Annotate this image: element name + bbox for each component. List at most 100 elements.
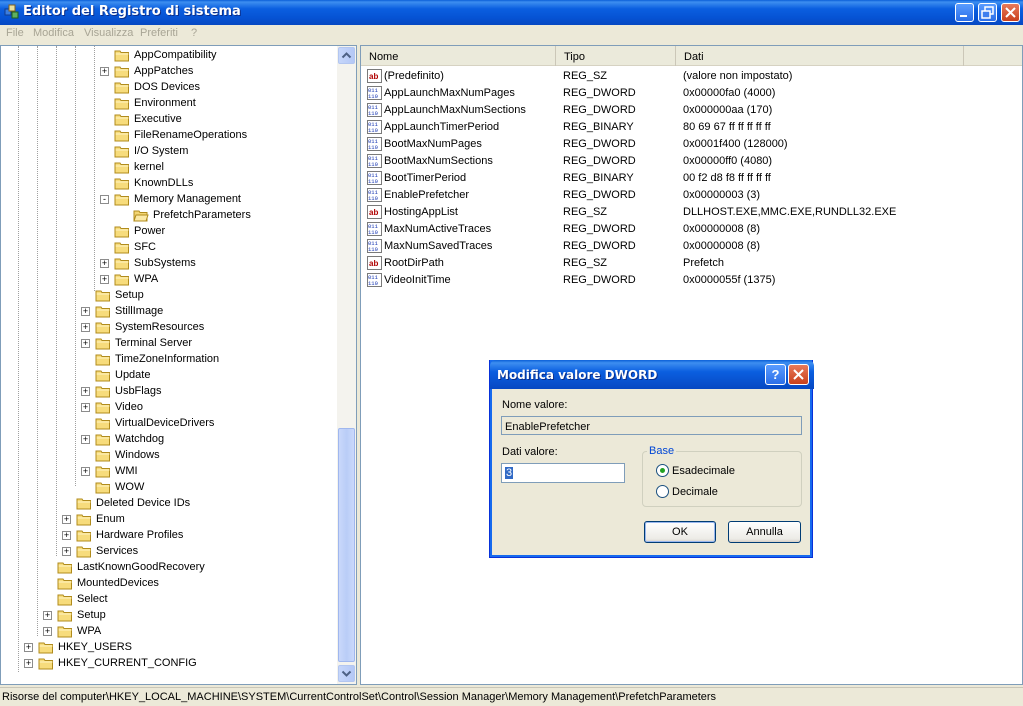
menu-modifica[interactable]: Modifica bbox=[33, 27, 74, 39]
folder-icon bbox=[114, 98, 129, 110]
close-button[interactable] bbox=[1001, 3, 1020, 22]
list-item[interactable]: 011 110 AppLaunchTimerPeriod REG_BINARY 80 6… bbox=[361, 119, 1022, 136]
registry-tree[interactable]: AppCompatibility + AppPatches DOS Devices En… bbox=[0, 45, 357, 685]
tree-scrollbar[interactable] bbox=[337, 46, 356, 684]
expand-icon[interactable]: + bbox=[62, 515, 71, 524]
value-data-input[interactable]: 3 bbox=[501, 463, 625, 483]
expand-icon[interactable]: + bbox=[81, 323, 90, 332]
folder-icon bbox=[57, 610, 72, 622]
list-item[interactable]: 011 110 EnablePrefetcher REG_DWORD 0x0000000… bbox=[361, 187, 1022, 204]
scroll-up-button[interactable] bbox=[338, 47, 355, 64]
svg-text:110: 110 bbox=[368, 144, 378, 151]
expand-icon[interactable]: + bbox=[62, 531, 71, 540]
radio-dec-label[interactable]: Decimale bbox=[672, 486, 718, 498]
string-value-icon: ab bbox=[367, 69, 382, 83]
list-item[interactable]: 011 110 BootMaxNumPages REG_DWORD 0x0001f400… bbox=[361, 136, 1022, 153]
folder-icon bbox=[114, 258, 129, 270]
menu-preferiti[interactable]: Preferiti bbox=[140, 27, 178, 39]
expand-icon[interactable]: + bbox=[81, 387, 90, 396]
list-item[interactable]: 011 110 BootTimerPeriod REG_BINARY 00 f2 d8 … bbox=[361, 170, 1022, 187]
column-header-data[interactable]: Dati bbox=[676, 46, 964, 66]
expand-icon[interactable]: + bbox=[100, 275, 109, 284]
tree-guide-line bbox=[56, 46, 57, 556]
value-data-label: Dati valore: bbox=[502, 446, 558, 458]
ok-button[interactable]: OK bbox=[644, 521, 716, 543]
scroll-thumb[interactable] bbox=[338, 428, 355, 662]
folder-icon bbox=[95, 466, 110, 478]
tree-item-label: UsbFlags bbox=[115, 385, 162, 397]
cancel-button[interactable]: Annulla bbox=[728, 521, 801, 543]
folder-icon bbox=[57, 562, 72, 574]
value-data: 0x0000055f (1375) bbox=[683, 274, 776, 286]
tree-item-label: WMI bbox=[115, 465, 138, 477]
list-header: Nome Tipo Dati bbox=[361, 46, 1022, 66]
tree-item-label: StillImage bbox=[115, 305, 164, 317]
value-data: 0x00000008 (8) bbox=[683, 223, 761, 235]
tree-item-label: Video bbox=[115, 401, 143, 413]
value-type: REG_DWORD bbox=[563, 274, 636, 286]
expand-icon[interactable]: + bbox=[81, 467, 90, 476]
folder-icon bbox=[95, 418, 110, 430]
folder-icon bbox=[38, 658, 53, 670]
tree-item-label: I/O System bbox=[134, 145, 189, 157]
expand-icon[interactable]: + bbox=[24, 659, 33, 668]
value-data: 0x00000003 (3) bbox=[683, 189, 761, 201]
expand-icon[interactable]: + bbox=[81, 339, 90, 348]
list-item[interactable]: 011 110 BootMaxNumSections REG_DWORD 0x00000… bbox=[361, 153, 1022, 170]
list-item[interactable]: 011 110 MaxNumActiveTraces REG_DWORD 0x00000… bbox=[361, 221, 1022, 238]
menu-visualizza[interactable]: Visualizza bbox=[84, 27, 133, 39]
binary-value-icon: 011110 bbox=[367, 273, 382, 287]
value-type: REG_DWORD bbox=[563, 223, 636, 235]
list-item[interactable]: 011 110 MaxNumSavedTraces REG_DWORD 0x000000… bbox=[361, 238, 1022, 255]
collapse-icon[interactable]: - bbox=[100, 195, 109, 204]
column-header-name[interactable]: Nome bbox=[361, 46, 556, 66]
column-header-type[interactable]: Tipo bbox=[556, 46, 676, 66]
svg-text:110: 110 bbox=[368, 280, 378, 287]
tree-item-label: TimeZoneInformation bbox=[115, 353, 220, 365]
tree-item-label: VirtualDeviceDrivers bbox=[115, 417, 215, 429]
expand-icon[interactable]: + bbox=[81, 435, 90, 444]
list-item[interactable]: 011 110 AppLaunchMaxNumPages REG_DWORD 0x000… bbox=[361, 85, 1022, 102]
string-value-icon: ab bbox=[367, 256, 382, 270]
scroll-down-button[interactable] bbox=[338, 665, 355, 682]
list-item[interactable]: ab HostingAppList REG_SZ DLLHOST.EXE,MMC.EX… bbox=[361, 204, 1022, 221]
menu-file[interactable]: File bbox=[6, 27, 24, 39]
expand-icon[interactable]: + bbox=[62, 547, 71, 556]
window-title: Editor del Registro di sistema bbox=[23, 4, 241, 19]
value-name: AppLaunchTimerPeriod bbox=[384, 121, 500, 133]
folder-icon bbox=[57, 626, 72, 638]
expand-icon[interactable]: + bbox=[43, 627, 52, 636]
title-bar: Editor del Registro di sistema bbox=[0, 0, 1023, 25]
expand-icon[interactable]: + bbox=[100, 67, 109, 76]
value-type: REG_DWORD bbox=[563, 138, 636, 150]
status-bar: Risorse del computer\HKEY_LOCAL_MACHINE\… bbox=[0, 687, 1023, 706]
expand-icon[interactable]: + bbox=[81, 307, 90, 316]
binary-value-icon: 011110 bbox=[367, 171, 382, 185]
expand-icon[interactable]: + bbox=[24, 643, 33, 652]
radio-dec[interactable] bbox=[656, 485, 669, 498]
folder-icon bbox=[95, 306, 110, 318]
list-item[interactable]: ab (Predefinito) REG_SZ (valore non imposta… bbox=[361, 68, 1022, 85]
restore-button[interactable] bbox=[978, 3, 997, 22]
binary-value-icon: 011110 bbox=[367, 103, 382, 117]
expand-icon[interactable]: + bbox=[43, 611, 52, 620]
radio-hex-label[interactable]: Esadecimale bbox=[672, 465, 735, 477]
help-button[interactable]: ? bbox=[765, 364, 786, 385]
folder-icon bbox=[76, 498, 91, 510]
list-item[interactable]: ab RootDirPath REG_SZ Prefetch bbox=[361, 255, 1022, 272]
list-item[interactable]: 011 110 AppLaunchMaxNumSections REG_DWORD 0x… bbox=[361, 102, 1022, 119]
expand-icon[interactable]: + bbox=[81, 403, 90, 412]
dialog-close-button[interactable] bbox=[788, 364, 809, 385]
expand-icon[interactable]: + bbox=[100, 259, 109, 268]
list-item[interactable]: 011 110 VideoInitTime REG_DWORD 0x0000055f (… bbox=[361, 272, 1022, 289]
tree-item-label: Terminal Server bbox=[115, 337, 193, 349]
tree-item-label: HKEY_USERS bbox=[58, 641, 132, 653]
value-name: BootTimerPeriod bbox=[384, 172, 467, 184]
menu-help[interactable]: ? bbox=[191, 27, 197, 39]
radio-hex[interactable] bbox=[656, 464, 669, 477]
value-name: RootDirPath bbox=[384, 257, 444, 269]
value-type: REG_DWORD bbox=[563, 240, 636, 252]
value-type: REG_BINARY bbox=[563, 172, 634, 184]
tree-item-label: Power bbox=[134, 225, 166, 237]
minimize-button[interactable] bbox=[955, 3, 974, 22]
